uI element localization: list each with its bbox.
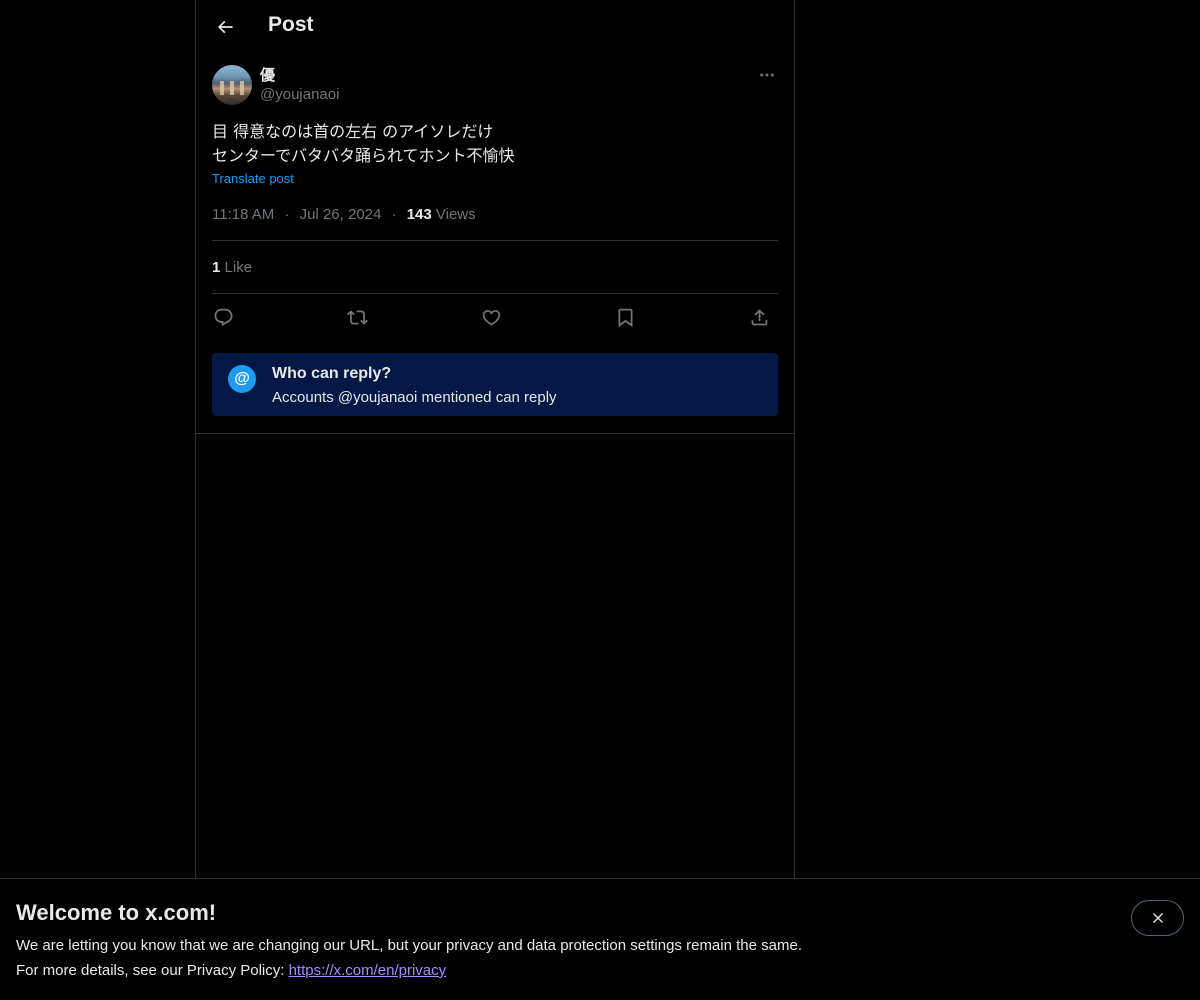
display-name[interactable]: 優: [260, 64, 275, 85]
banner-privacy-line: For more details, see our Privacy Policy…: [16, 962, 446, 979]
user-handle[interactable]: @youjanaoi: [260, 86, 339, 103]
banner-privacy-prefix: For more details, see our Privacy Policy…: [16, 962, 289, 979]
repost-icon: [346, 309, 368, 325]
post-text: 目 得意なのは首の左右 のアイソレだけ センターでバタバタ踊られてホント不愉快: [212, 120, 778, 168]
share-button[interactable]: [746, 304, 772, 330]
back-button[interactable]: [208, 10, 242, 44]
who-can-reply-description: Accounts @youjanaoi mentioned can reply: [272, 389, 557, 406]
more-icon: [760, 73, 774, 77]
welcome-banner: Welcome to x.com! We are letting you kno…: [0, 878, 1200, 1000]
post-time[interactable]: 11:18 AM: [212, 206, 274, 223]
post-meta: 11:18 AM · Jul 26, 2024 · 143 Views: [212, 206, 476, 223]
repost-button[interactable]: [344, 304, 370, 330]
share-icon: [751, 308, 767, 325]
author-row: 優 @youjanaoi: [212, 64, 778, 106]
page-header: Post: [196, 0, 794, 54]
reply-button[interactable]: [210, 304, 236, 330]
post-date[interactable]: Jul 26, 2024: [300, 206, 382, 223]
likes-count: 1: [212, 259, 221, 276]
reply-icon: [214, 308, 232, 326]
mention-icon: @: [228, 365, 256, 393]
translate-post-link[interactable]: Translate post: [212, 171, 294, 186]
who-can-reply-box: @ Who can reply? Accounts @youjanaoi men…: [212, 353, 778, 416]
meta-separator: ·: [284, 206, 290, 223]
bookmark-button[interactable]: [612, 304, 638, 330]
main-column: Post 優 @youjanaoi 目 得意なのは首の左右 のアイソレだけ セン…: [195, 0, 795, 878]
arrow-left-icon: [217, 20, 233, 34]
who-can-reply-title: Who can reply?: [272, 365, 392, 382]
post: 優 @youjanaoi 目 得意なのは首の左右 のアイソレだけ センターでバタ…: [212, 64, 778, 223]
likes-label: Like: [224, 259, 253, 276]
action-bar: [212, 304, 778, 330]
bookmark-icon: [618, 308, 632, 327]
views-label: Views: [435, 206, 476, 223]
more-options-button[interactable]: [756, 64, 778, 86]
banner-message: We are letting you know that we are chan…: [16, 937, 802, 954]
close-icon: [1152, 913, 1163, 923]
heart-icon: [482, 309, 500, 326]
divider: [196, 433, 794, 434]
page-title: Post: [268, 13, 314, 36]
post-text-line: センターでバタバタ踊られてホント不愉快: [212, 146, 515, 165]
close-banner-button[interactable]: [1131, 900, 1184, 936]
banner-title: Welcome to x.com!: [16, 900, 217, 925]
likes-summary[interactable]: 1 Like: [212, 259, 252, 276]
privacy-policy-link[interactable]: https://x.com/en/privacy: [289, 962, 447, 979]
divider: [212, 293, 778, 294]
post-text-line: 目 得意なのは首の左右 のアイソレだけ: [212, 122, 494, 141]
like-button[interactable]: [478, 304, 504, 330]
divider: [212, 240, 778, 241]
avatar[interactable]: [212, 65, 252, 105]
views-count: 143: [406, 206, 432, 223]
meta-separator: ·: [391, 206, 397, 223]
